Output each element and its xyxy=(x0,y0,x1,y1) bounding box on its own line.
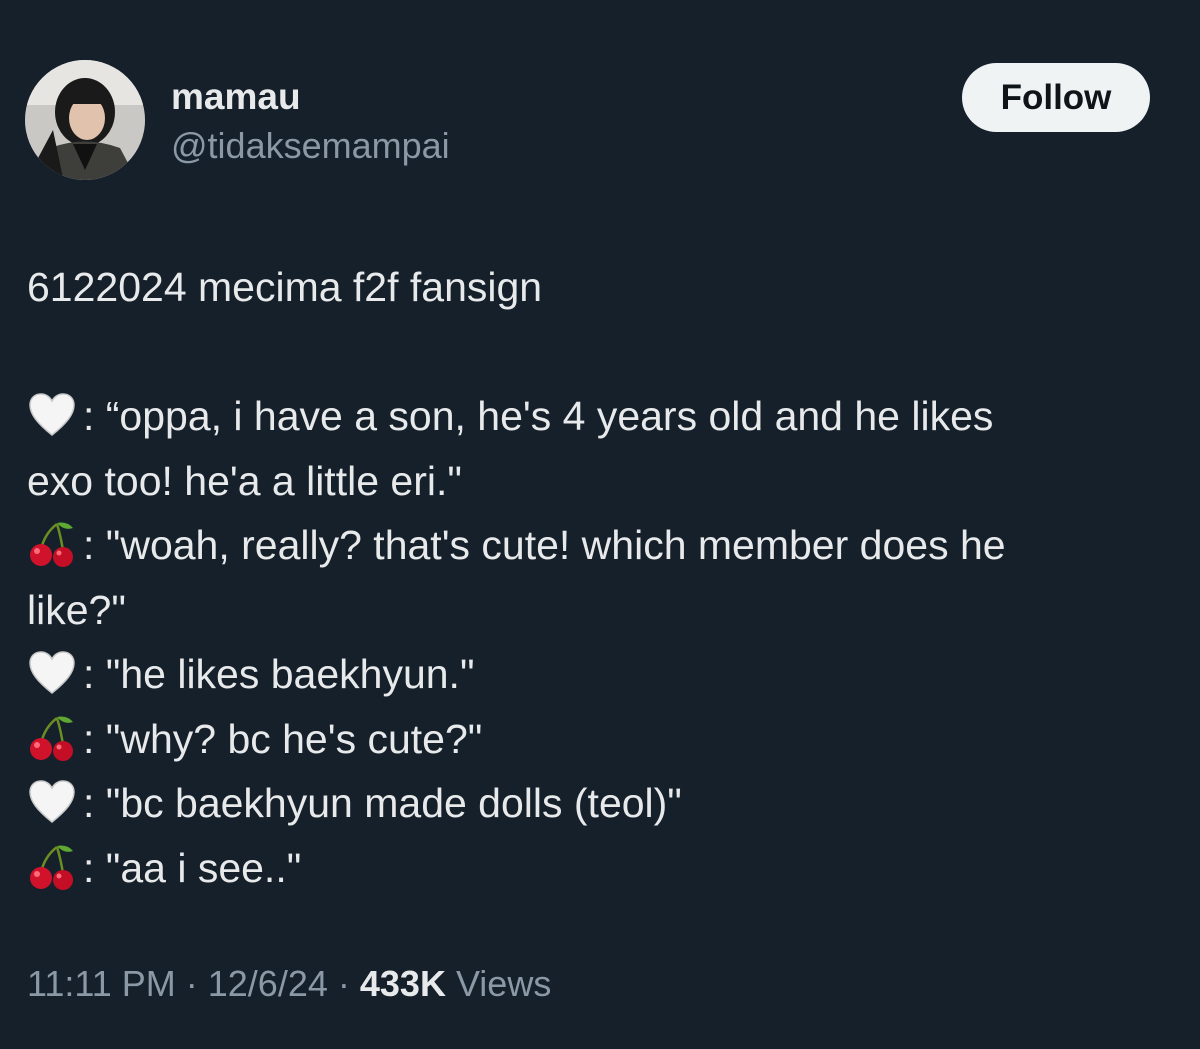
dialogue-line: : "aa i see.." xyxy=(27,836,1177,901)
tweet-text: 6122024 mecima f2f fansign : “oppa, i ha… xyxy=(27,255,1177,900)
white-heart-icon xyxy=(27,777,77,827)
tweet-meta: 11:11 PM · 12/6/24 · 433K Views xyxy=(27,962,551,1006)
tweet-card: mamau @tidaksemampai Follow 6122024 meci… xyxy=(0,0,1200,1049)
dialogue-line: : “oppa, i have a son, he's 4 years old … xyxy=(27,384,1177,449)
dialogue-text: : "he likes baekhyun." xyxy=(83,651,475,697)
follow-button[interactable]: Follow xyxy=(962,63,1150,132)
dialogue-continuation: exo too! he'a a little eri." xyxy=(27,457,462,504)
cherries-icon xyxy=(27,519,77,569)
dialogue-continuation: like?" xyxy=(27,586,126,633)
author-handle[interactable]: @tidaksemampai xyxy=(171,125,450,167)
white-heart-icon xyxy=(27,390,77,440)
avatar[interactable] xyxy=(25,60,145,180)
dialogue-line: : "he likes baekhyun." xyxy=(27,642,1177,707)
meta-separator: · xyxy=(175,963,208,1004)
dialogue-text: : "why? bc he's cute?" xyxy=(83,715,483,762)
dialogue-text: : "woah, really? that's cute! which memb… xyxy=(83,522,1006,568)
author-display-name[interactable]: mamau xyxy=(171,76,301,118)
dialogue-line: : "bc baekhyun made dolls (teol)" xyxy=(27,771,1177,836)
tweet-date[interactable]: 12/6/24 xyxy=(208,963,328,1004)
dialogue-line: : "why? bc he's cute?" xyxy=(27,707,1177,772)
views-label: Views xyxy=(445,963,552,1004)
white-heart-icon xyxy=(27,648,77,698)
dialogue-line: : "woah, really? that's cute! which memb… xyxy=(27,513,1177,578)
tweet-time[interactable]: 11:11 PM xyxy=(27,963,176,1004)
views-count: 433K xyxy=(359,963,446,1004)
dialogue-text: : “oppa, i have a son, he's 4 years old … xyxy=(83,393,994,439)
cherries-icon xyxy=(27,713,77,763)
dialogue-text: : "bc baekhyun made dolls (teol)" xyxy=(83,780,682,826)
cherries-icon xyxy=(27,842,77,892)
tweet-heading: 6122024 mecima f2f fansign xyxy=(27,264,543,310)
dialogue-text: : "aa i see.." xyxy=(83,844,302,891)
meta-separator: · xyxy=(327,963,360,1004)
